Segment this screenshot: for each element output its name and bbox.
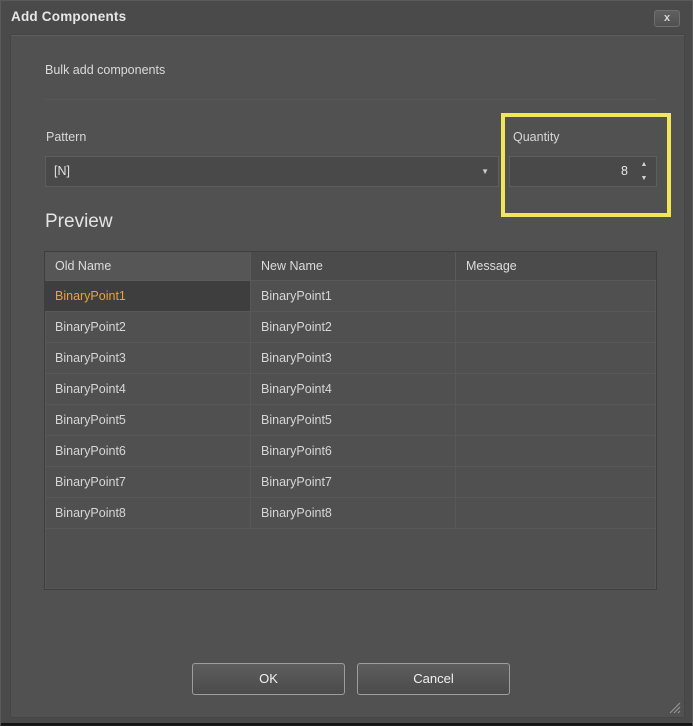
cell-message[interactable] [456, 281, 656, 312]
cell-old-name[interactable]: BinaryPoint7 [45, 467, 251, 498]
chevron-down-icon: ▼ [481, 157, 489, 186]
cell-new-name[interactable]: BinaryPoint3 [251, 343, 456, 374]
column-header-new-name[interactable]: New Name [251, 252, 456, 281]
cell-old-name[interactable]: BinaryPoint5 [45, 405, 251, 436]
dialog-title: Add Components [11, 9, 126, 24]
cell-old-name[interactable]: BinaryPoint8 [45, 498, 251, 529]
cell-new-name[interactable]: BinaryPoint4 [251, 374, 456, 405]
preview-heading: Preview [45, 211, 113, 233]
cell-message[interactable] [456, 498, 656, 529]
cell-old-name[interactable]: BinaryPoint3 [45, 343, 251, 374]
table-row[interactable]: BinaryPoint4 BinaryPoint4 [45, 374, 656, 405]
cell-message[interactable] [456, 405, 656, 436]
cell-new-name[interactable]: BinaryPoint5 [251, 405, 456, 436]
column-header-old-name[interactable]: Old Name [45, 252, 251, 281]
table-row[interactable]: BinaryPoint2 BinaryPoint2 [45, 312, 656, 343]
pattern-label: Pattern [46, 130, 86, 144]
quantity-value: 8 [621, 157, 628, 186]
add-components-dialog: Add Components x Bulk add components Pat… [0, 0, 693, 726]
cell-new-name[interactable]: BinaryPoint8 [251, 498, 456, 529]
spin-up-icon[interactable]: ▲ [637, 159, 651, 171]
cell-new-name[interactable]: BinaryPoint2 [251, 312, 456, 343]
dialog-bottom-edge [1, 723, 692, 725]
table-row[interactable]: BinaryPoint8 BinaryPoint8 [45, 498, 656, 529]
close-button[interactable]: x [654, 10, 680, 27]
quantity-spin-buttons: ▲ ▼ [637, 159, 651, 185]
quantity-label: Quantity [513, 130, 560, 144]
cell-new-name[interactable]: BinaryPoint1 [251, 281, 456, 312]
preview-table-body: BinaryPoint1 BinaryPoint1 BinaryPoint2 B… [45, 281, 656, 529]
resize-grip-icon[interactable] [667, 700, 681, 714]
section-divider [45, 99, 655, 100]
cell-message[interactable] [456, 467, 656, 498]
preview-table-header: Old Name New Name Message [45, 252, 656, 281]
spin-down-icon[interactable]: ▼ [637, 173, 651, 185]
table-row[interactable]: BinaryPoint3 BinaryPoint3 [45, 343, 656, 374]
cell-message[interactable] [456, 343, 656, 374]
dialog-body-panel: Bulk add components Pattern [N] ▼ Quanti… [10, 34, 685, 718]
cancel-button[interactable]: Cancel [357, 663, 510, 695]
quantity-stepper[interactable]: 8 ▲ ▼ [509, 156, 657, 187]
cell-message[interactable] [456, 312, 656, 343]
table-row[interactable]: BinaryPoint1 BinaryPoint1 [45, 281, 656, 312]
preview-table: Old Name New Name Message BinaryPoint1 B… [44, 251, 657, 590]
cell-old-name[interactable]: BinaryPoint6 [45, 436, 251, 467]
column-header-message[interactable]: Message [456, 252, 656, 281]
pattern-dropdown-value: [N] [54, 164, 70, 178]
dialog-titlebar[interactable]: Add Components x [1, 1, 692, 34]
table-row[interactable]: BinaryPoint7 BinaryPoint7 [45, 467, 656, 498]
table-row[interactable]: BinaryPoint5 BinaryPoint5 [45, 405, 656, 436]
table-row[interactable]: BinaryPoint6 BinaryPoint6 [45, 436, 656, 467]
cell-old-name[interactable]: BinaryPoint4 [45, 374, 251, 405]
ok-button[interactable]: OK [192, 663, 345, 695]
cell-new-name[interactable]: BinaryPoint6 [251, 436, 456, 467]
pattern-dropdown[interactable]: [N] ▼ [45, 156, 499, 187]
cell-new-name[interactable]: BinaryPoint7 [251, 467, 456, 498]
bulk-add-label: Bulk add components [45, 63, 165, 77]
cell-message[interactable] [456, 374, 656, 405]
cell-message[interactable] [456, 436, 656, 467]
cell-old-name[interactable]: BinaryPoint1 [45, 281, 251, 312]
cell-old-name[interactable]: BinaryPoint2 [45, 312, 251, 343]
